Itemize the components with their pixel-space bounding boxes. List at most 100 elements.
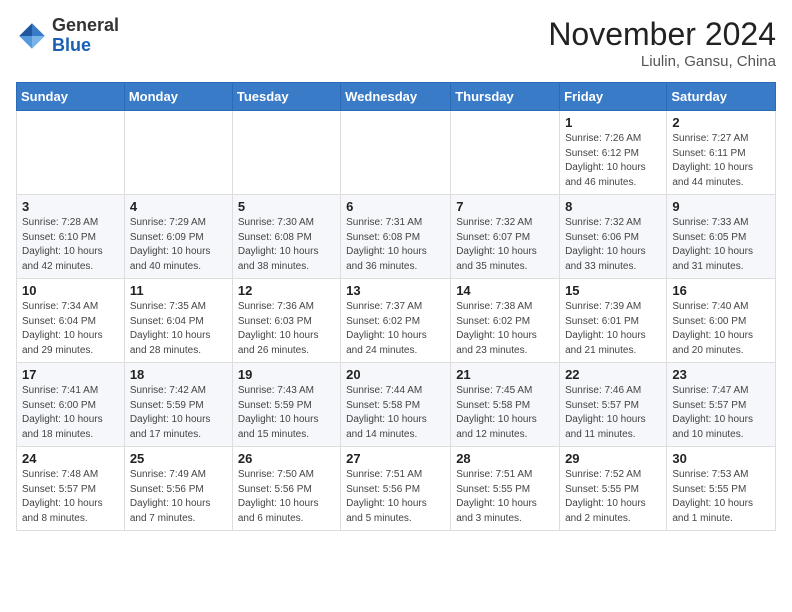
calendar-cell: 9 Sunrise: 7:33 AM Sunset: 6:05 PM Daylig…	[667, 195, 776, 279]
day-number: 4	[130, 199, 227, 214]
day-info: Sunrise: 7:43 AM Sunset: 5:59 PM Dayligh…	[238, 384, 335, 442]
calendar-week-row: 1 Sunrise: 7:26 AM Sunset: 6:12 PM Daylig…	[17, 111, 776, 195]
page-header: General Blue November 2024 Liulin, Gansu…	[16, 16, 776, 70]
calendar-cell: 29Sunrise: 7:52 AM Sunset: 5:55 PM Dayli…	[560, 447, 667, 531]
day-number: 16	[672, 283, 770, 298]
day-number: 20	[346, 367, 445, 382]
day-info: Sunrise: 7:48 AM Sunset: 5:57 PM Dayligh…	[22, 468, 119, 526]
calendar-cell: 26 Sunrise: 7:50 AM Sunset: 5:56 PM Dayli…	[232, 447, 340, 531]
weekday-header-wednesday: Wednesday	[341, 83, 451, 111]
calendar-cell: 24 Sunrise: 7:48 AM Sunset: 5:57 PM Dayli…	[17, 447, 125, 531]
calendar-cell	[451, 111, 560, 195]
day-info: Sunrise: 7:33 AM Sunset: 6:05 PM Dayligh…	[672, 216, 770, 274]
calendar-cell: 16 Sunrise: 7:40 AM Sunset: 6:00 PM Dayli…	[667, 279, 776, 363]
day-info: Sunrise: 7:34 AM Sunset: 6:04 PM Dayligh…	[22, 300, 119, 358]
day-number: 28	[456, 451, 554, 466]
day-info: Sunrise: 7:51 AM Sunset: 5:56 PM Dayligh…	[346, 468, 445, 526]
day-number: 7	[456, 199, 554, 214]
calendar-cell: 12Sunrise: 7:36 AM Sunset: 6:03 PM Dayli…	[232, 279, 340, 363]
day-number: 5	[238, 199, 335, 214]
day-info: Sunrise: 7:49 AM Sunset: 5:56 PM Dayligh…	[130, 468, 227, 526]
day-number: 2	[672, 115, 770, 130]
day-number: 10	[22, 283, 119, 298]
calendar-week-row: 24 Sunrise: 7:48 AM Sunset: 5:57 PM Dayli…	[17, 447, 776, 531]
logo-icon	[16, 20, 48, 52]
day-number: 27	[346, 451, 445, 466]
weekday-header-monday: Monday	[124, 83, 232, 111]
calendar-cell: 4 Sunrise: 7:29 AM Sunset: 6:09 PM Daylig…	[124, 195, 232, 279]
day-number: 22	[565, 367, 661, 382]
day-number: 6	[346, 199, 445, 214]
day-info: Sunrise: 7:31 AM Sunset: 6:08 PM Dayligh…	[346, 216, 445, 274]
day-number: 30	[672, 451, 770, 466]
weekday-header-friday: Friday	[560, 83, 667, 111]
day-info: Sunrise: 7:37 AM Sunset: 6:02 PM Dayligh…	[346, 300, 445, 358]
day-info: Sunrise: 7:32 AM Sunset: 6:06 PM Dayligh…	[565, 216, 661, 274]
day-number: 9	[672, 199, 770, 214]
day-number: 29	[565, 451, 661, 466]
calendar-cell: 27 Sunrise: 7:51 AM Sunset: 5:56 PM Dayli…	[341, 447, 451, 531]
day-info: Sunrise: 7:26 AM Sunset: 6:12 PM Dayligh…	[565, 132, 661, 190]
day-number: 13	[346, 283, 445, 298]
calendar-cell: 21 Sunrise: 7:45 AM Sunset: 5:58 PM Dayli…	[451, 363, 560, 447]
calendar-week-row: 3 Sunrise: 7:28 AM Sunset: 6:10 PM Daylig…	[17, 195, 776, 279]
calendar-cell: 25 Sunrise: 7:49 AM Sunset: 5:56 PM Dayli…	[124, 447, 232, 531]
day-info: Sunrise: 7:29 AM Sunset: 6:09 PM Dayligh…	[130, 216, 227, 274]
day-number: 26	[238, 451, 335, 466]
day-number: 12	[238, 283, 335, 298]
day-info: Sunrise: 7:45 AM Sunset: 5:58 PM Dayligh…	[456, 384, 554, 442]
day-number: 21	[456, 367, 554, 382]
calendar-cell: 2 Sunrise: 7:27 AM Sunset: 6:11 PM Daylig…	[667, 111, 776, 195]
calendar-cell: 22 Sunrise: 7:46 AM Sunset: 5:57 PM Dayli…	[560, 363, 667, 447]
day-number: 15	[565, 283, 661, 298]
calendar-week-row: 17 Sunrise: 7:41 AM Sunset: 6:00 PM Dayli…	[17, 363, 776, 447]
day-info: Sunrise: 7:46 AM Sunset: 5:57 PM Dayligh…	[565, 384, 661, 442]
calendar-cell: 17 Sunrise: 7:41 AM Sunset: 6:00 PM Dayli…	[17, 363, 125, 447]
title-block: November 2024 Liulin, Gansu, China	[548, 16, 776, 70]
calendar-cell: 30Sunrise: 7:53 AM Sunset: 5:55 PM Dayli…	[667, 447, 776, 531]
calendar-cell: 18 Sunrise: 7:42 AM Sunset: 5:59 PM Dayli…	[124, 363, 232, 447]
day-info: Sunrise: 7:39 AM Sunset: 6:01 PM Dayligh…	[565, 300, 661, 358]
day-number: 1	[565, 115, 661, 130]
month-year-title: November 2024	[548, 16, 776, 53]
day-info: Sunrise: 7:38 AM Sunset: 6:02 PM Dayligh…	[456, 300, 554, 358]
calendar-cell: 13 Sunrise: 7:37 AM Sunset: 6:02 PM Dayli…	[341, 279, 451, 363]
day-info: Sunrise: 7:44 AM Sunset: 5:58 PM Dayligh…	[346, 384, 445, 442]
day-number: 3	[22, 199, 119, 214]
day-info: Sunrise: 7:42 AM Sunset: 5:59 PM Dayligh…	[130, 384, 227, 442]
day-number: 18	[130, 367, 227, 382]
weekday-header-tuesday: Tuesday	[232, 83, 340, 111]
day-info: Sunrise: 7:40 AM Sunset: 6:00 PM Dayligh…	[672, 300, 770, 358]
logo: General Blue	[16, 16, 119, 56]
day-info: Sunrise: 7:51 AM Sunset: 5:55 PM Dayligh…	[456, 468, 554, 526]
day-info: Sunrise: 7:27 AM Sunset: 6:11 PM Dayligh…	[672, 132, 770, 190]
day-number: 25	[130, 451, 227, 466]
calendar-cell	[232, 111, 340, 195]
day-number: 17	[22, 367, 119, 382]
calendar-cell: 23 Sunrise: 7:47 AM Sunset: 5:57 PM Dayli…	[667, 363, 776, 447]
weekday-header-thursday: Thursday	[451, 83, 560, 111]
day-number: 24	[22, 451, 119, 466]
day-number: 11	[130, 283, 227, 298]
calendar-cell: 10 Sunrise: 7:34 AM Sunset: 6:04 PM Dayli…	[17, 279, 125, 363]
day-info: Sunrise: 7:41 AM Sunset: 6:00 PM Dayligh…	[22, 384, 119, 442]
calendar-cell: 14 Sunrise: 7:38 AM Sunset: 6:02 PM Dayli…	[451, 279, 560, 363]
location-subtitle: Liulin, Gansu, China	[548, 53, 776, 70]
calendar-cell: 7Sunrise: 7:32 AM Sunset: 6:07 PM Daylig…	[451, 195, 560, 279]
day-info: Sunrise: 7:50 AM Sunset: 5:56 PM Dayligh…	[238, 468, 335, 526]
day-number: 14	[456, 283, 554, 298]
weekday-header-row: SundayMondayTuesdayWednesdayThursdayFrid…	[17, 83, 776, 111]
weekday-header-sunday: Sunday	[17, 83, 125, 111]
day-info: Sunrise: 7:47 AM Sunset: 5:57 PM Dayligh…	[672, 384, 770, 442]
calendar-cell: 20 Sunrise: 7:44 AM Sunset: 5:58 PM Dayli…	[341, 363, 451, 447]
day-info: Sunrise: 7:28 AM Sunset: 6:10 PM Dayligh…	[22, 216, 119, 274]
calendar-cell	[124, 111, 232, 195]
calendar-table: SundayMondayTuesdayWednesdayThursdayFrid…	[16, 82, 776, 531]
day-number: 23	[672, 367, 770, 382]
calendar-cell: 3 Sunrise: 7:28 AM Sunset: 6:10 PM Daylig…	[17, 195, 125, 279]
calendar-cell: 5Sunrise: 7:30 AM Sunset: 6:08 PM Daylig…	[232, 195, 340, 279]
day-number: 19	[238, 367, 335, 382]
calendar-cell: 6 Sunrise: 7:31 AM Sunset: 6:08 PM Daylig…	[341, 195, 451, 279]
logo-text: General Blue	[52, 16, 119, 56]
weekday-header-saturday: Saturday	[667, 83, 776, 111]
